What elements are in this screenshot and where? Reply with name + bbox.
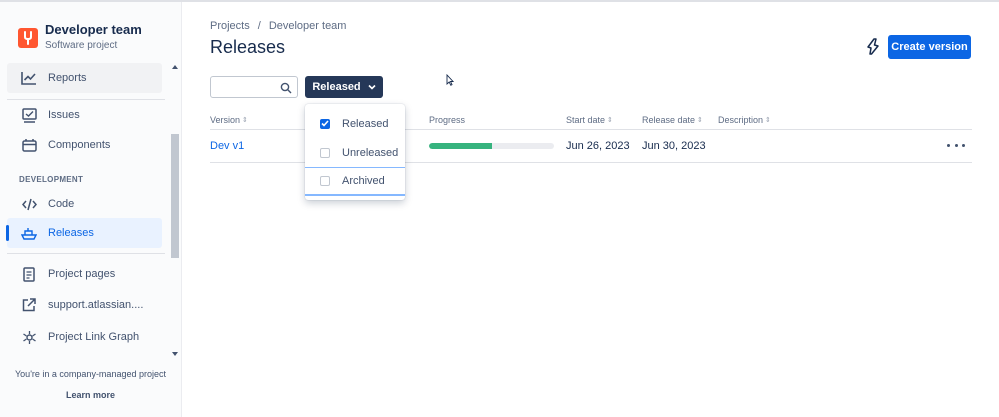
- create-version-button[interactable]: Create version: [888, 35, 971, 59]
- sidebar-item-label: Project Link Graph: [48, 331, 140, 343]
- column-header-release-date[interactable]: Release date ⇕: [642, 115, 703, 125]
- section-label-development: DEVELOPMENT: [19, 175, 84, 184]
- mouse-cursor-icon: [446, 73, 455, 91]
- footer-text: You're in a company-managed project: [15, 369, 166, 379]
- checkbox[interactable]: [320, 118, 330, 129]
- components-icon: [21, 137, 37, 153]
- checkbox[interactable]: [320, 176, 330, 186]
- status-filter-dropdown: Released Unreleased Archived: [305, 104, 405, 200]
- ship-icon: [21, 225, 37, 241]
- more-actions-icon[interactable]: [947, 138, 965, 152]
- feedback-icon[interactable]: [865, 38, 881, 56]
- filter-option-archived[interactable]: Archived: [305, 167, 405, 196]
- scroll-up-arrow-icon[interactable]: [172, 65, 178, 69]
- chart-line-icon: [21, 70, 37, 86]
- sidebar-scrollbar[interactable]: [170, 62, 182, 362]
- sort-icon: ⇕: [697, 117, 703, 124]
- sidebar-item-releases[interactable]: Releases: [7, 218, 162, 248]
- project-type: Software project: [45, 40, 118, 51]
- project-header[interactable]: Developer team Software project: [18, 22, 142, 53]
- filter-option-label: Released: [342, 117, 389, 130]
- scroll-down-arrow-icon[interactable]: [172, 352, 178, 356]
- progress-bar: [429, 143, 554, 149]
- external-link-icon: [21, 297, 37, 313]
- column-header-version[interactable]: Version ⇕: [210, 115, 248, 125]
- sidebar-nav: Reports Issues Components DEVELOPMENT Co…: [0, 60, 170, 358]
- nav-divider: [7, 253, 165, 254]
- graph-icon: [21, 329, 37, 345]
- sidebar-item-components[interactable]: Components: [7, 130, 162, 160]
- search-icon[interactable]: [280, 81, 292, 99]
- version-link[interactable]: Dev v1: [210, 140, 244, 152]
- sidebar-item-support-link[interactable]: support.atlassian....: [7, 290, 162, 320]
- search-input[interactable]: [217, 77, 277, 98]
- sidebar-item-issues[interactable]: Issues: [7, 100, 162, 130]
- sidebar-item-label: support.atlassian....: [48, 299, 144, 311]
- column-header-start-date[interactable]: Start date ⇕: [566, 115, 613, 125]
- page-icon: [21, 266, 37, 282]
- sidebar-item-label: Issues: [48, 109, 80, 121]
- sidebar-item-label: Code: [48, 198, 75, 210]
- status-filter-label: Released: [312, 81, 361, 93]
- sidebar-item-label: Project pages: [48, 268, 116, 280]
- filter-option-unreleased[interactable]: Unreleased: [305, 138, 405, 167]
- issues-icon: [21, 107, 37, 123]
- sidebar-item-label: Releases: [48, 227, 94, 239]
- search-field[interactable]: [210, 76, 298, 98]
- sort-icon: ⇕: [607, 117, 613, 124]
- sidebar-item-project-link-graph[interactable]: Project Link Graph: [7, 322, 162, 352]
- project-name: Developer team: [45, 22, 142, 37]
- scroll-thumb[interactable]: [171, 134, 179, 258]
- sort-icon: ⇕: [765, 117, 771, 124]
- breadcrumb-projects[interactable]: Projects: [210, 20, 250, 32]
- breadcrumb-separator: /: [257, 20, 261, 32]
- filter-option-label: Archived: [342, 175, 385, 187]
- active-indicator: [6, 225, 9, 241]
- sidebar-item-label: Reports: [48, 72, 87, 84]
- breadcrumb: Projects / Developer team: [210, 20, 346, 32]
- learn-more-link[interactable]: Learn more: [0, 390, 181, 400]
- chevron-down-icon: [368, 84, 376, 90]
- progress-bar-fill: [429, 143, 492, 149]
- filter-option-released[interactable]: Released: [305, 109, 405, 138]
- sidebar: Developer team Software project Reports …: [0, 2, 182, 417]
- column-header-description[interactable]: Description ⇕: [718, 115, 771, 125]
- start-date: Jun 26, 2023: [566, 140, 630, 152]
- column-header-progress: Progress: [429, 115, 466, 125]
- sort-icon: ⇕: [242, 117, 248, 124]
- page-title: Releases: [210, 37, 286, 57]
- project-logo-icon: [18, 27, 38, 48]
- breadcrumb-developer-team[interactable]: Developer team: [269, 20, 347, 32]
- code-icon: [21, 196, 37, 212]
- status-filter-button[interactable]: Released: [305, 76, 383, 98]
- sidebar-item-label: Components: [48, 139, 111, 151]
- sidebar-item-code[interactable]: Code: [7, 189, 162, 219]
- sidebar-footer: You're in a company-managed project Lear…: [0, 362, 181, 400]
- release-date: Jun 30, 2023: [642, 140, 706, 152]
- sidebar-item-project-pages[interactable]: Project pages: [7, 259, 162, 289]
- checkbox[interactable]: [320, 147, 330, 158]
- filter-option-label: Unreleased: [342, 146, 399, 159]
- sidebar-item-reports[interactable]: Reports: [7, 63, 162, 93]
